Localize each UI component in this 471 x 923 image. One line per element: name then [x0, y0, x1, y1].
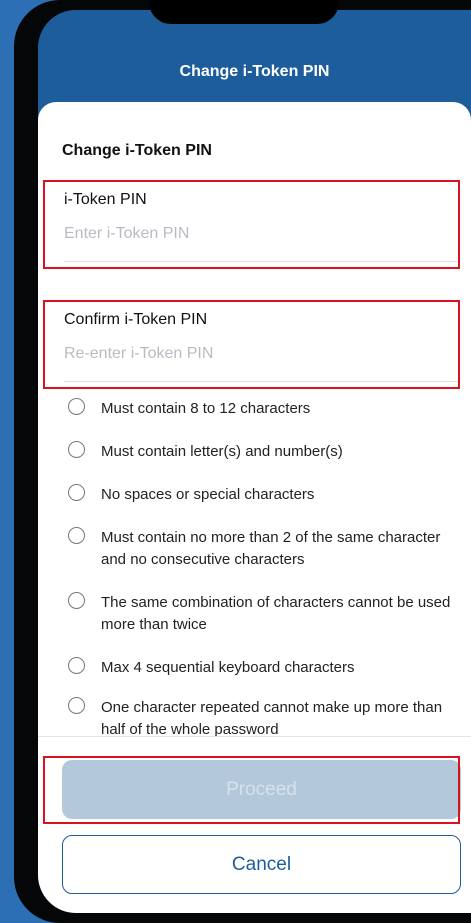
rule-status-circle-icon	[68, 697, 85, 714]
pin-rules-list: Must contain 8 to 12 characters Must con…	[68, 398, 463, 741]
pin-field-highlight-box	[43, 180, 460, 269]
proceed-button-highlight-box	[43, 756, 460, 824]
pin-rule-text: No spaces or special characters	[101, 486, 315, 503]
rule-status-circle-icon	[68, 484, 85, 501]
rule-status-circle-icon	[68, 657, 85, 674]
pin-rule-text: One character repeated cannot make up mo…	[101, 699, 443, 738]
pin-rule-text: The same combination of characters canno…	[101, 594, 451, 633]
header-title: Change i-Token PIN	[179, 63, 330, 80]
app-header: Change i-Token PIN	[38, 10, 471, 105]
rule-status-circle-icon	[68, 398, 85, 415]
pin-rule-item: No spaces or special characters	[68, 484, 463, 505]
pin-rule-text: Must contain letter(s) and number(s)	[101, 443, 343, 460]
pin-rule-item: Must contain no more than 2 of the same …	[68, 527, 463, 571]
rule-status-circle-icon	[68, 441, 85, 458]
rule-status-circle-icon	[68, 527, 85, 544]
pin-rule-item: The same combination of characters canno…	[68, 592, 463, 636]
phone-notch	[149, 0, 339, 24]
pin-rule-item: Must contain letter(s) and number(s)	[68, 441, 463, 462]
cancel-button[interactable]: Cancel	[62, 835, 461, 894]
pin-rule-item: Must contain 8 to 12 characters	[68, 398, 463, 419]
pin-rule-text: Max 4 sequential keyboard characters	[101, 659, 355, 676]
confirm-pin-field-highlight-box	[43, 300, 460, 389]
rule-status-circle-icon	[68, 592, 85, 609]
pin-rule-text: Must contain 8 to 12 characters	[101, 400, 311, 417]
pin-rule-text: Must contain no more than 2 of the same …	[101, 529, 441, 568]
pin-rule-item: One character repeated cannot make up mo…	[68, 697, 463, 741]
pin-rule-item: Max 4 sequential keyboard characters	[68, 657, 463, 678]
page-title: Change i-Token PIN	[62, 142, 212, 159]
footer-divider	[38, 736, 471, 737]
